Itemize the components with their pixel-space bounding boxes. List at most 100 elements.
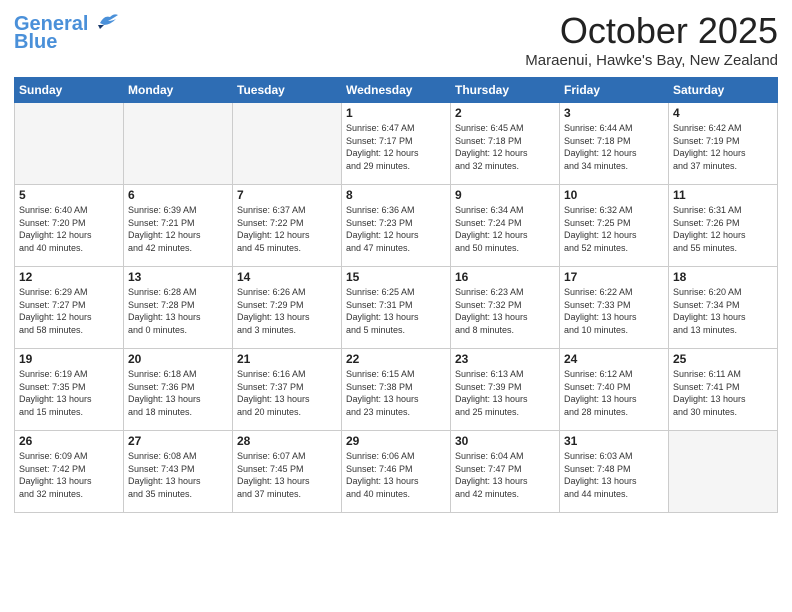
day-number: 4: [673, 106, 773, 120]
calendar-week-4: 26Sunrise: 6:09 AM Sunset: 7:42 PM Dayli…: [15, 431, 778, 513]
day-info: Sunrise: 6:28 AM Sunset: 7:28 PM Dayligh…: [128, 286, 228, 336]
day-number: 10: [564, 188, 664, 202]
calendar-week-2: 12 Sunrise: 6:29 AM Sunset: 7:27 PM Dayli…: [15, 267, 778, 349]
calendar-cell: 1 Sunrise: 6:47 AM Sunset: 7:17 PM Daylig…: [342, 103, 451, 185]
day-number: 21: [237, 352, 337, 366]
day-info: Sunrise: 6:39 AM Sunset: 7:21 PM Dayligh…: [128, 204, 228, 254]
day-info: Sunrise: 6:47 AM Sunset: 7:17 PM Dayligh…: [346, 122, 446, 172]
day-info: Sunrise: 6:20 AM Sunset: 7:34 PM Dayligh…: [673, 286, 773, 336]
day-number: 14: [237, 270, 337, 284]
day-number: 16: [455, 270, 555, 284]
calendar-cell: [233, 103, 342, 185]
day-info: Sunrise: 6:03 AM Sunset: 7:48 PM Dayligh…: [564, 450, 664, 500]
calendar-cell: 14 Sunrise: 6:26 AM Sunset: 7:29 PM Dayli…: [233, 267, 342, 349]
day-number: 22: [346, 352, 446, 366]
day-number: 5: [19, 188, 119, 202]
day-info: Sunrise: 6:22 AM Sunset: 7:33 PM Dayligh…: [564, 286, 664, 336]
col-saturday: Saturday: [669, 78, 778, 103]
day-info: Sunrise: 6:42 AM Sunset: 7:19 PM Dayligh…: [673, 122, 773, 172]
col-tuesday: Tuesday: [233, 78, 342, 103]
day-info: Sunrise: 6:23 AM Sunset: 7:32 PM Dayligh…: [455, 286, 555, 336]
calendar-cell: 18 Sunrise: 6:20 AM Sunset: 7:34 PM Dayli…: [669, 267, 778, 349]
calendar-cell: 27 Sunrise: 6:08 AM Sunset: 7:43 PM Dayli…: [124, 431, 233, 513]
day-number: 27: [128, 434, 228, 448]
col-sunday: Sunday: [15, 78, 124, 103]
day-info: Sunrise: 6:15 AM Sunset: 7:38 PM Dayligh…: [346, 368, 446, 418]
calendar-week-1: 5Sunrise: 6:40 AM Sunset: 7:20 PM Daylig…: [15, 185, 778, 267]
day-info: Sunrise: 6:07 AM Sunset: 7:45 PM Dayligh…: [237, 450, 337, 500]
logo: General Blue: [14, 14, 120, 52]
calendar-cell: 16 Sunrise: 6:23 AM Sunset: 7:32 PM Dayli…: [451, 267, 560, 349]
day-info: Sunrise: 6:04 AM Sunset: 7:47 PM Dayligh…: [455, 450, 555, 500]
day-info: Sunrise: 6:11 AM Sunset: 7:41 PM Dayligh…: [673, 368, 773, 418]
calendar-cell: 24 Sunrise: 6:12 AM Sunset: 7:40 PM Dayli…: [560, 349, 669, 431]
day-info: Sunrise: 6:29 AM Sunset: 7:27 PM Dayligh…: [19, 286, 119, 336]
calendar-cell: 8 Sunrise: 6:36 AM Sunset: 7:23 PM Daylig…: [342, 185, 451, 267]
calendar-cell: 28 Sunrise: 6:07 AM Sunset: 7:45 PM Dayli…: [233, 431, 342, 513]
calendar-cell: 20 Sunrise: 6:18 AM Sunset: 7:36 PM Dayli…: [124, 349, 233, 431]
day-number: 3: [564, 106, 664, 120]
day-info: Sunrise: 6:06 AM Sunset: 7:46 PM Dayligh…: [346, 450, 446, 500]
day-info: Sunrise: 6:19 AM Sunset: 7:35 PM Dayligh…: [19, 368, 119, 418]
page-container: General Blue October 2025 Maraenui, Hawk…: [0, 0, 792, 521]
calendar-cell: 29Sunrise: 6:06 AM Sunset: 7:46 PM Dayli…: [342, 431, 451, 513]
month-title: October 2025: [525, 10, 778, 52]
day-number: 11: [673, 188, 773, 202]
day-info: Sunrise: 6:31 AM Sunset: 7:26 PM Dayligh…: [673, 204, 773, 254]
col-monday: Monday: [124, 78, 233, 103]
calendar-cell: 7 Sunrise: 6:37 AM Sunset: 7:22 PM Daylig…: [233, 185, 342, 267]
day-number: 24: [564, 352, 664, 366]
calendar-cell: 2 Sunrise: 6:45 AM Sunset: 7:18 PM Daylig…: [451, 103, 560, 185]
calendar-cell: 6 Sunrise: 6:39 AM Sunset: 7:21 PM Daylig…: [124, 185, 233, 267]
day-number: 18: [673, 270, 773, 284]
day-info: Sunrise: 6:12 AM Sunset: 7:40 PM Dayligh…: [564, 368, 664, 418]
calendar-week-0: 1 Sunrise: 6:47 AM Sunset: 7:17 PM Daylig…: [15, 103, 778, 185]
day-info: Sunrise: 6:37 AM Sunset: 7:22 PM Dayligh…: [237, 204, 337, 254]
day-number: 15: [346, 270, 446, 284]
calendar-cell: 17Sunrise: 6:22 AM Sunset: 7:33 PM Dayli…: [560, 267, 669, 349]
day-number: 9: [455, 188, 555, 202]
day-number: 6: [128, 188, 228, 202]
calendar-cell: 5Sunrise: 6:40 AM Sunset: 7:20 PM Daylig…: [15, 185, 124, 267]
day-number: 25: [673, 352, 773, 366]
calendar-cell: 3Sunrise: 6:44 AM Sunset: 7:18 PM Daylig…: [560, 103, 669, 185]
calendar-cell: [669, 431, 778, 513]
day-info: Sunrise: 6:13 AM Sunset: 7:39 PM Dayligh…: [455, 368, 555, 418]
day-info: Sunrise: 6:08 AM Sunset: 7:43 PM Dayligh…: [128, 450, 228, 500]
calendar-cell: 12 Sunrise: 6:29 AM Sunset: 7:27 PM Dayli…: [15, 267, 124, 349]
calendar-cell: 30Sunrise: 6:04 AM Sunset: 7:47 PM Dayli…: [451, 431, 560, 513]
calendar-cell: [124, 103, 233, 185]
day-number: 23: [455, 352, 555, 366]
calendar-cell: 23 Sunrise: 6:13 AM Sunset: 7:39 PM Dayli…: [451, 349, 560, 431]
calendar-cell: 25 Sunrise: 6:11 AM Sunset: 7:41 PM Dayli…: [669, 349, 778, 431]
page-header: General Blue October 2025 Maraenui, Hawk…: [14, 10, 778, 69]
day-number: 20: [128, 352, 228, 366]
day-number: 8: [346, 188, 446, 202]
col-thursday: Thursday: [451, 78, 560, 103]
day-info: Sunrise: 6:25 AM Sunset: 7:31 PM Dayligh…: [346, 286, 446, 336]
col-wednesday: Wednesday: [342, 78, 451, 103]
calendar-cell: 11 Sunrise: 6:31 AM Sunset: 7:26 PM Dayli…: [669, 185, 778, 267]
calendar-cell: 10Sunrise: 6:32 AM Sunset: 7:25 PM Dayli…: [560, 185, 669, 267]
day-number: 12: [19, 270, 119, 284]
day-info: Sunrise: 6:45 AM Sunset: 7:18 PM Dayligh…: [455, 122, 555, 172]
calendar-cell: 9Sunrise: 6:34 AM Sunset: 7:24 PM Daylig…: [451, 185, 560, 267]
title-block: October 2025 Maraenui, Hawke's Bay, New …: [525, 10, 778, 69]
calendar-cell: [15, 103, 124, 185]
day-info: Sunrise: 6:18 AM Sunset: 7:36 PM Dayligh…: [128, 368, 228, 418]
day-number: 28: [237, 434, 337, 448]
calendar-table: Sunday Monday Tuesday Wednesday Thursday…: [14, 77, 778, 513]
location-subtitle: Maraenui, Hawke's Bay, New Zealand: [525, 52, 778, 69]
day-number: 2: [455, 106, 555, 120]
calendar-cell: 31Sunrise: 6:03 AM Sunset: 7:48 PM Dayli…: [560, 431, 669, 513]
logo-blue: Blue: [14, 32, 120, 52]
calendar-cell: 19Sunrise: 6:19 AM Sunset: 7:35 PM Dayli…: [15, 349, 124, 431]
calendar-cell: 4 Sunrise: 6:42 AM Sunset: 7:19 PM Daylig…: [669, 103, 778, 185]
calendar-cell: 15 Sunrise: 6:25 AM Sunset: 7:31 PM Dayli…: [342, 267, 451, 349]
day-number: 7: [237, 188, 337, 202]
calendar-cell: 22 Sunrise: 6:15 AM Sunset: 7:38 PM Dayli…: [342, 349, 451, 431]
day-number: 1: [346, 106, 446, 120]
calendar-week-3: 19Sunrise: 6:19 AM Sunset: 7:35 PM Dayli…: [15, 349, 778, 431]
day-info: Sunrise: 6:36 AM Sunset: 7:23 PM Dayligh…: [346, 204, 446, 254]
day-info: Sunrise: 6:26 AM Sunset: 7:29 PM Dayligh…: [237, 286, 337, 336]
